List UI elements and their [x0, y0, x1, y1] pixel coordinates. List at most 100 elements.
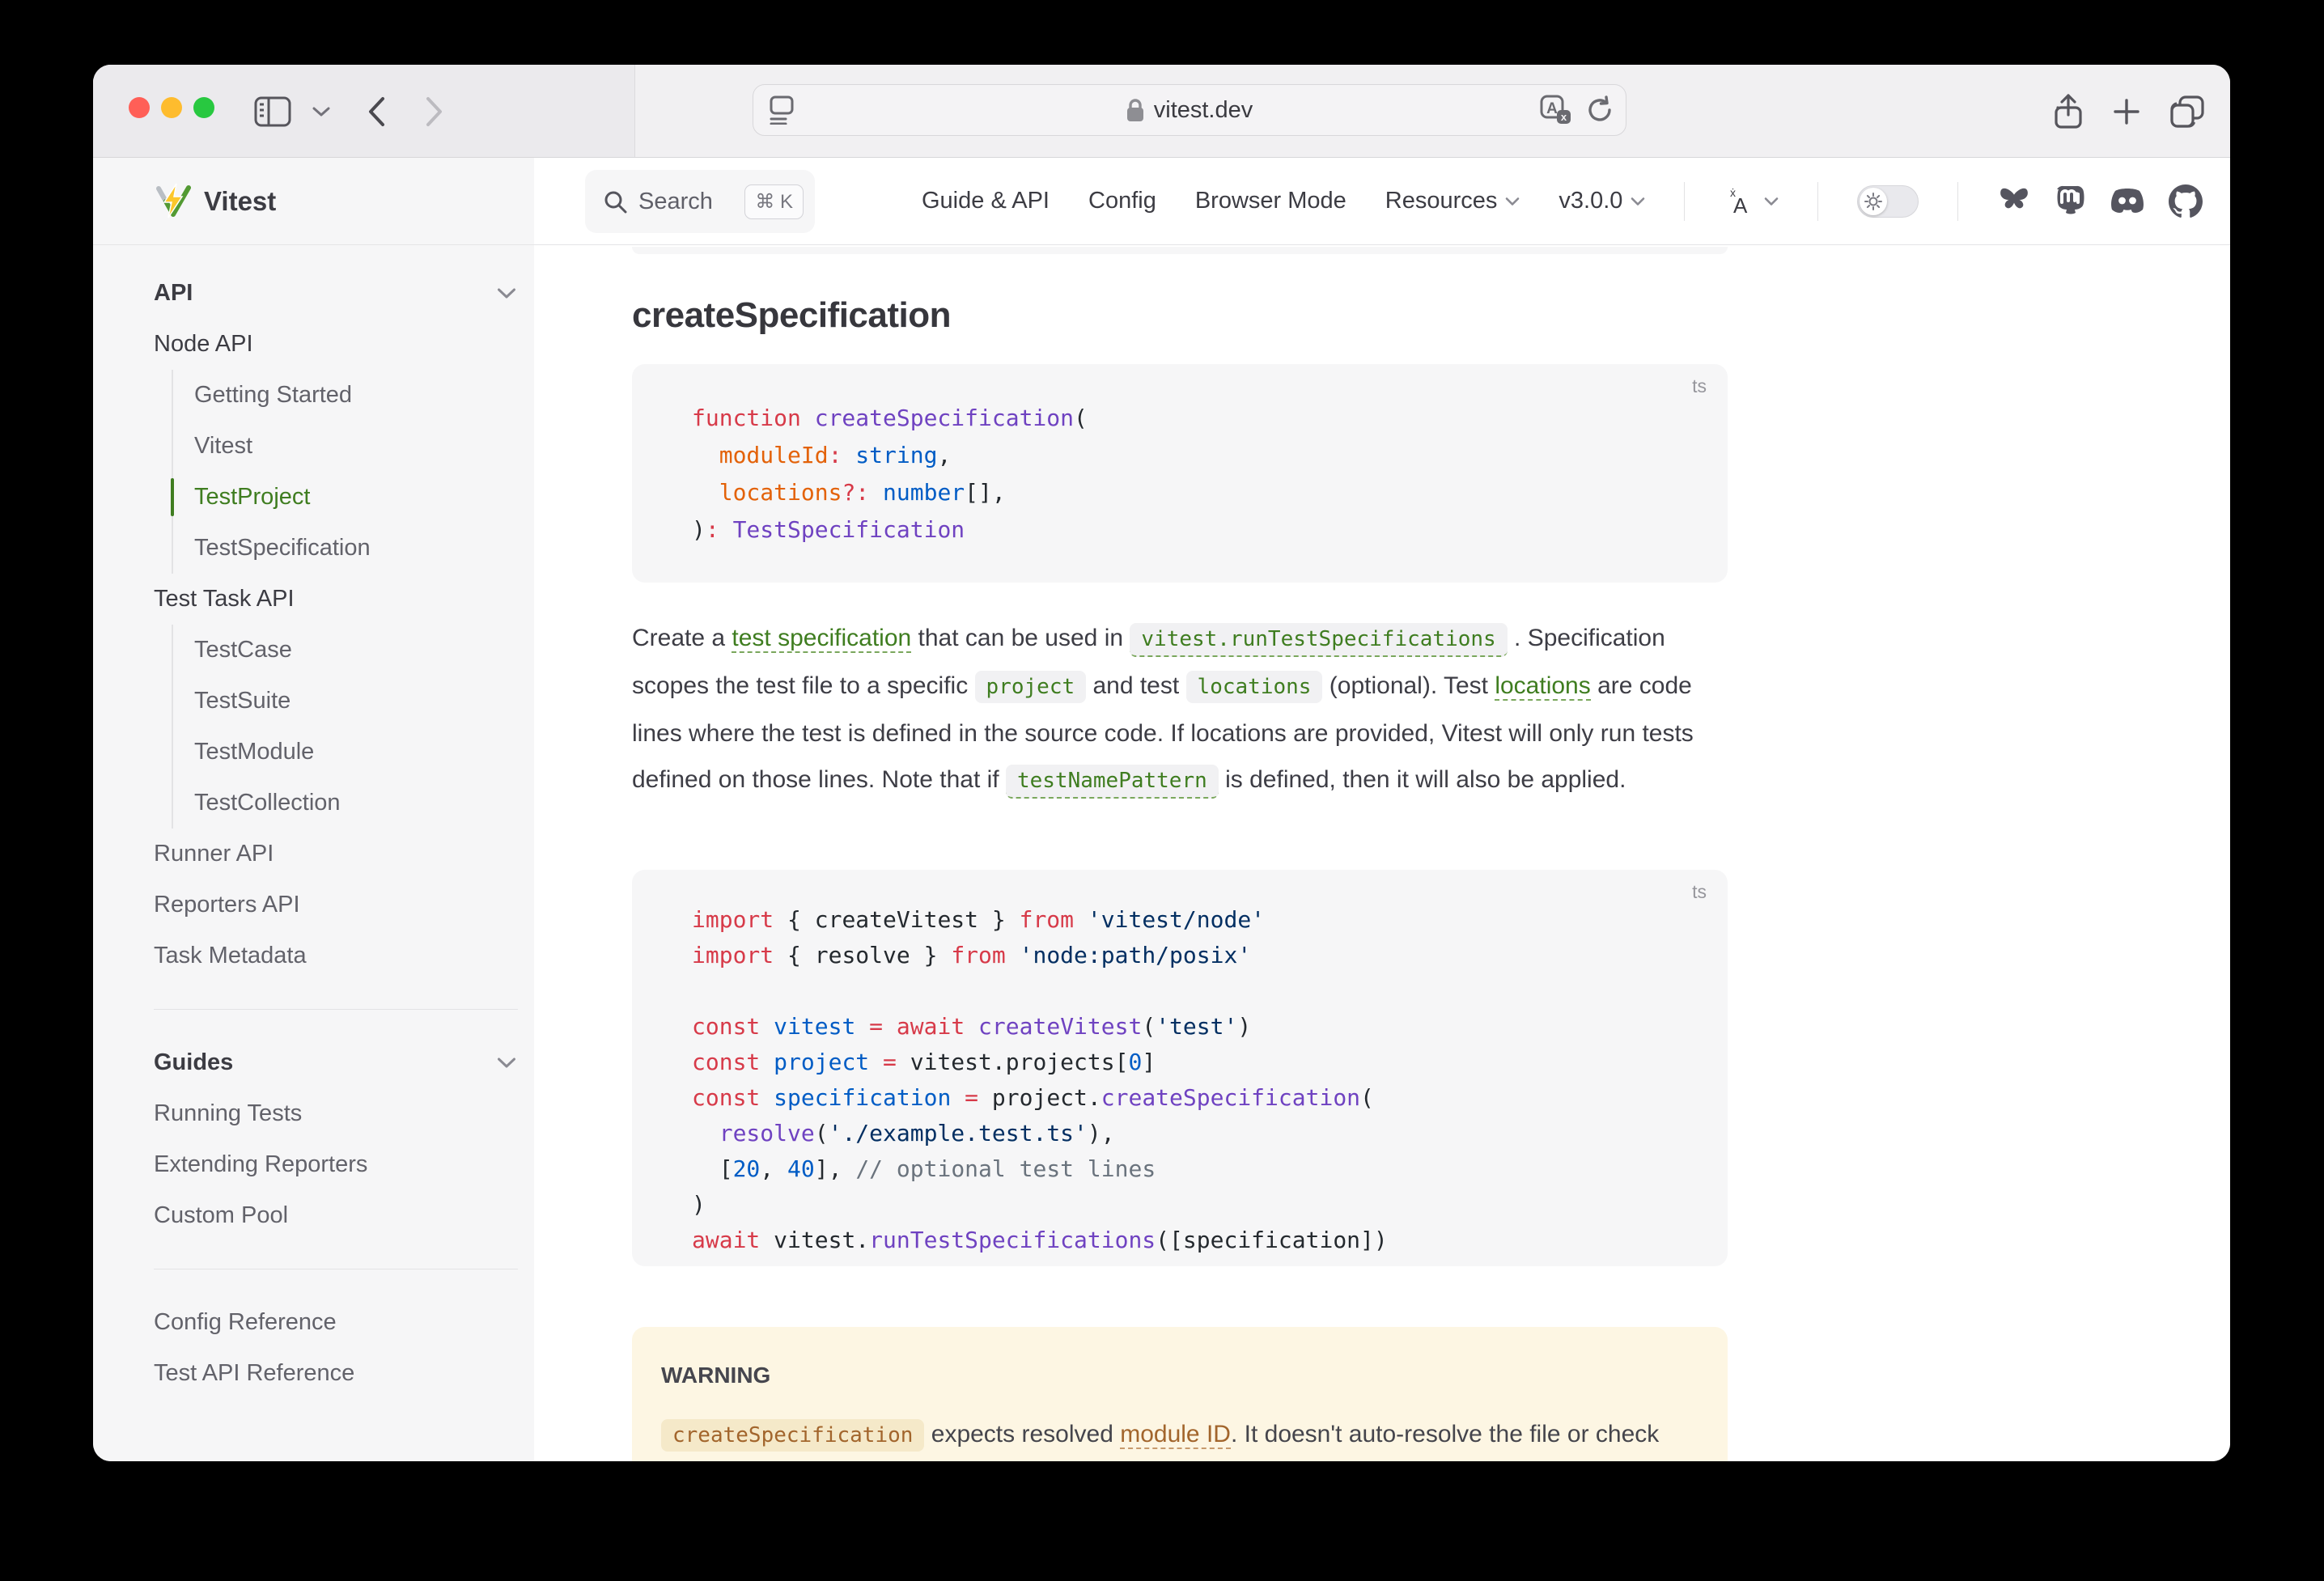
- language-switcher[interactable]: ẋ A: [1724, 187, 1779, 216]
- lock-icon: [1126, 98, 1144, 122]
- inline-code-link[interactable]: testNamePattern: [1006, 765, 1219, 799]
- nav-resources[interactable]: Resources: [1385, 188, 1520, 214]
- sidebar-section-api[interactable]: API: [93, 268, 534, 319]
- inline-code: createSpecification: [661, 1419, 924, 1452]
- code-lang-badge: ts: [1692, 881, 1707, 903]
- mastodon-icon[interactable]: [2054, 184, 2086, 218]
- sidebar-toggle-icon[interactable]: [252, 65, 294, 158]
- sidebar-item-vitest[interactable]: Vitest: [172, 421, 534, 472]
- code-line: function createSpecification(: [692, 400, 1728, 437]
- forward-button[interactable]: [413, 65, 456, 158]
- sidebar-item-testmodule[interactable]: TestModule: [172, 727, 534, 778]
- paragraph-text: Create a: [632, 625, 732, 651]
- address-bar[interactable]: vitest.dev A x: [753, 84, 1626, 136]
- code-line: moduleId: string,: [692, 437, 1728, 474]
- sidebar-item-testcase[interactable]: TestCase: [172, 625, 534, 676]
- sidebar-item-testproject[interactable]: TestProject: [172, 472, 534, 523]
- warning-title: WARNING: [661, 1363, 1698, 1388]
- sidebar-item-runner-api[interactable]: Runner API: [93, 829, 534, 880]
- logo[interactable]: Vitest: [93, 158, 534, 244]
- nav-divider: [1817, 182, 1818, 221]
- code-line: const project = vitest.projects[0]: [692, 1045, 1728, 1080]
- paragraph-text: and test: [1086, 672, 1185, 699]
- site-header: Vitest Search ⌘ K Guide & API Config Bro…: [93, 158, 2230, 245]
- sidebar-chevron-down-icon[interactable]: [307, 65, 336, 158]
- inline-link[interactable]: module ID: [1120, 1421, 1231, 1449]
- nav-guide-api[interactable]: Guide & API: [922, 188, 1050, 214]
- logo-text: Vitest: [204, 186, 276, 217]
- sidebar-section-label: API: [154, 280, 193, 307]
- sidebar-item-running-tests[interactable]: Running Tests: [93, 1088, 534, 1139]
- github-icon[interactable]: [2169, 184, 2203, 218]
- minimize-window-button[interactable]: [161, 97, 182, 118]
- chevron-down-icon: [1764, 197, 1779, 206]
- sidebar-item-test-api-reference[interactable]: Test API Reference: [93, 1348, 534, 1399]
- new-tab-plus-icon[interactable]: [2106, 65, 2148, 158]
- code-line: const specification = project.createSpec…: [692, 1080, 1728, 1116]
- code-line: resolve('./example.test.ts'),: [692, 1116, 1728, 1151]
- code-line: locations?: number[],: [692, 474, 1728, 511]
- bluesky-icon[interactable]: [1997, 186, 2031, 217]
- nav-version[interactable]: v3.0.0: [1559, 188, 1645, 214]
- inline-link[interactable]: locations: [1495, 672, 1590, 701]
- browser-window: vitest.dev A x: [93, 65, 2230, 1461]
- theme-toggle[interactable]: [1857, 185, 1919, 218]
- nav-config[interactable]: Config: [1088, 188, 1156, 214]
- main-content: createSpecification ts function createSp…: [534, 245, 2230, 1461]
- browser-toolbar: vitest.dev A x: [93, 65, 2230, 158]
- chevron-down-icon: [1631, 197, 1645, 206]
- reload-icon[interactable]: [1585, 95, 1614, 125]
- code-line: import { resolve } from 'node:path/posix…: [692, 938, 1728, 973]
- sidebar-item-testcollection[interactable]: TestCollection: [172, 778, 534, 829]
- search-button[interactable]: Search ⌘ K: [585, 170, 815, 233]
- code-lang-badge: ts: [1692, 375, 1707, 397]
- warning-callout: WARNING createSpecification expects reso…: [632, 1327, 1728, 1461]
- inline-code-link[interactable]: vitest.runTestSpecifications: [1130, 623, 1507, 657]
- top-nav: Guide & API Config Browser Mode Resource…: [922, 158, 2203, 244]
- sidebar-item-extending-reporters[interactable]: Extending Reporters: [93, 1139, 534, 1190]
- inline-link[interactable]: test specification: [732, 625, 911, 653]
- paragraph-text: is defined, then it will also be applied…: [1219, 766, 1626, 793]
- code-line: [20, 40], // optional test lines: [692, 1151, 1728, 1187]
- code-line: ): [692, 1187, 1728, 1223]
- inline-code: project: [975, 671, 1087, 703]
- sidebar-item-getting-started[interactable]: Getting Started: [172, 370, 534, 421]
- translate-language-icon: ẋ A: [1724, 187, 1756, 216]
- close-window-button[interactable]: [129, 97, 150, 118]
- zoom-window-button[interactable]: [193, 97, 214, 118]
- previous-code-block-edge: [632, 247, 1728, 254]
- inline-code: locations: [1186, 671, 1323, 703]
- code-line: ): TestSpecification: [692, 511, 1728, 549]
- code-block-signature[interactable]: ts function createSpecification( moduleI…: [632, 364, 1728, 583]
- code-line: await vitest.runTestSpecifications([spec…: [692, 1223, 1728, 1258]
- share-icon[interactable]: [2047, 65, 2089, 158]
- translate-icon[interactable]: A x: [1540, 95, 1572, 125]
- svg-text:A: A: [1546, 100, 1558, 117]
- sidebar-item-node-api[interactable]: Node API: [93, 319, 534, 370]
- svg-text:A: A: [1733, 193, 1748, 216]
- paragraph-text: (optional). Test: [1322, 672, 1495, 699]
- code-line: [692, 973, 1728, 1009]
- sidebar-item-testspecification[interactable]: TestSpecification: [172, 523, 534, 574]
- sidebar-item-config-reference[interactable]: Config Reference: [93, 1297, 534, 1348]
- vitest-logo-icon: [154, 183, 193, 220]
- sidebar-item-task-metadata[interactable]: Task Metadata: [93, 930, 534, 981]
- sidebar-section-guides[interactable]: Guides: [93, 1037, 534, 1088]
- nav-divider: [1957, 182, 1958, 221]
- warning-body: createSpecification expects resolved mod…: [661, 1411, 1698, 1461]
- discord-icon[interactable]: [2109, 187, 2146, 216]
- description-paragraph: Create a test specification that can be …: [632, 615, 1728, 804]
- tab-overview-icon[interactable]: [2166, 65, 2208, 158]
- search-shortcut-badge: ⌘ K: [744, 184, 804, 219]
- sidebar-item-test-task-api[interactable]: Test Task API: [93, 574, 534, 625]
- code-block-example[interactable]: ts import { createVitest } from 'vitest/…: [632, 870, 1728, 1266]
- paragraph-text: that can be used in: [911, 625, 1130, 651]
- sidebar-item-custom-pool[interactable]: Custom Pool: [93, 1190, 534, 1241]
- sidebar-item-reporters-api[interactable]: Reporters API: [93, 880, 534, 930]
- nav-browser-mode[interactable]: Browser Mode: [1195, 188, 1346, 214]
- chevron-down-icon: [497, 287, 516, 299]
- sidebar-item-testsuite[interactable]: TestSuite: [172, 676, 534, 727]
- svg-text:x: x: [1561, 111, 1567, 123]
- nav-divider: [1684, 182, 1685, 221]
- back-button[interactable]: [355, 65, 397, 158]
